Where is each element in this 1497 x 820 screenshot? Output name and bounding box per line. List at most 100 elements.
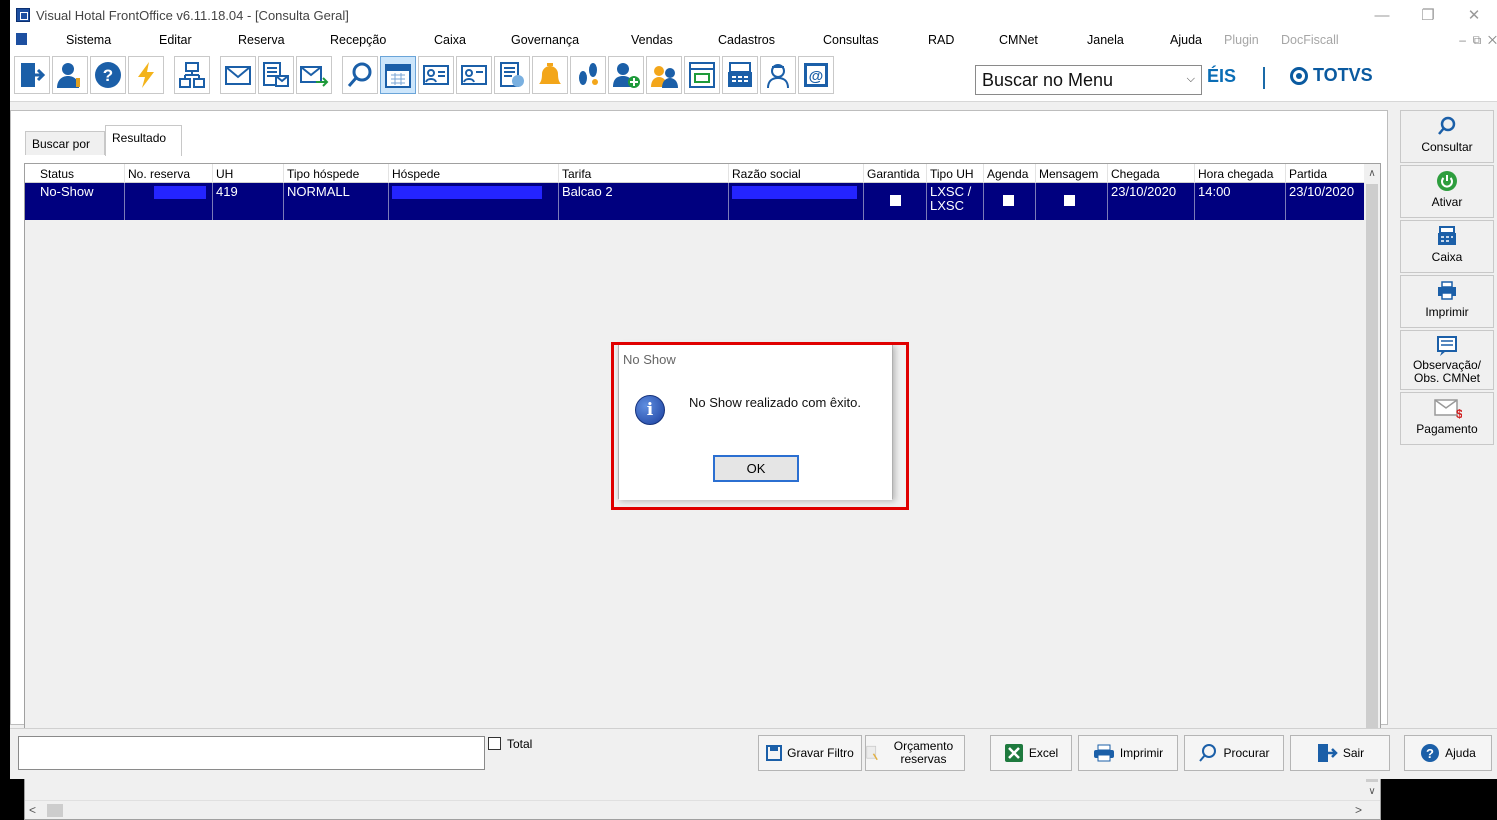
imprimir-button[interactable]: Imprimir [1078,735,1178,771]
ajuda-button[interactable]: ? Ajuda [1404,735,1492,771]
add-guest-icon[interactable] [608,56,644,94]
svg-text:?: ? [1426,746,1434,761]
cell-tipo-hospede: NORMALL [284,183,389,220]
menu-rad[interactable]: RAD [928,33,954,47]
menu-sistema[interactable]: Sistema [66,33,111,47]
col-tarifa[interactable]: Tarifa [559,164,729,183]
cell-chegada: 23/10/2020 [1108,183,1195,220]
consultar-button[interactable]: Consultar [1400,110,1494,163]
scroll-left-icon[interactable]: < [29,803,36,817]
mail-icon[interactable] [220,56,256,94]
col-hora-chegada[interactable]: Hora chegada [1195,164,1286,183]
col-uh[interactable]: UH [213,164,284,183]
cash-window-icon[interactable] [684,56,720,94]
search-icon[interactable] [342,56,378,94]
col-razao-social[interactable]: Razão social [729,164,864,183]
card-icon[interactable] [418,56,454,94]
col-partida[interactable]: Partida [1286,164,1366,183]
ok-button[interactable]: OK [713,455,799,482]
tipo-uh-line2: LXSC [930,198,964,213]
scroll-up-icon[interactable]: ∧ [1364,166,1380,182]
guests-icon[interactable] [646,56,682,94]
menu-consultas[interactable]: Consultas [823,33,879,47]
menu-search-combo[interactable]: Buscar no Menu ⌵ [975,65,1202,95]
menu-caixa[interactable]: Caixa [434,33,466,47]
menu-editar[interactable]: Editar [159,33,192,47]
col-garantida[interactable]: Garantida [864,164,927,183]
excel-button[interactable]: Excel [990,735,1072,771]
orcamento-reservas-button[interactable]: Orçamento reservas [865,735,965,771]
vertical-scrollbar[interactable]: ∧ ∨ [1364,164,1380,802]
mensagem-checkbox[interactable] [1064,195,1075,206]
restore-icon[interactable]: ❐ [1405,0,1451,30]
save-icon [766,745,783,761]
cell-hora-chegada: 14:00 [1195,183,1286,220]
user-key-icon[interactable] [52,56,88,94]
network-icon[interactable] [174,56,210,94]
menu-ajuda[interactable]: Ajuda [1170,33,1202,47]
toolbar: ? @ Buscar no Menu ⌵ ÉIS TOTVS [10,52,1497,102]
report-icon[interactable] [494,56,530,94]
help-icon[interactable]: ? [90,56,126,94]
power-icon [1437,171,1457,191]
pagamento-button[interactable]: $ Pagamento [1400,392,1494,445]
menu-recepcao[interactable]: Recepção [330,33,386,47]
imprimir-side-button[interactable]: Imprimir [1400,275,1494,328]
col-reserva[interactable]: No. reserva [125,164,213,183]
bell-icon[interactable] [532,56,568,94]
total-checkbox[interactable] [488,737,501,750]
menu-cmnet[interactable]: CMNet [999,33,1038,47]
form-mail-icon[interactable] [258,56,294,94]
horizontal-scrollbar[interactable]: < > [25,800,1380,819]
action-sidebar: Consultar Ativar Caixa Imprimir Observaç… [1398,110,1497,725]
calendar-icon[interactable] [380,56,416,94]
col-hospede[interactable]: Hóspede [389,164,559,183]
agenda-checkbox[interactable] [1003,195,1014,206]
email-at-icon[interactable]: @ [798,56,834,94]
procurar-button[interactable]: Procurar [1184,735,1284,771]
col-status[interactable]: Status [37,164,125,183]
ativar-button[interactable]: Ativar [1400,165,1494,218]
table-row[interactable]: No-Show 419 NORMALL Balcao 2 LXSC / LXSC… [25,183,1366,220]
exit-door-icon[interactable] [14,56,50,94]
scroll-down-icon[interactable]: ∨ [1364,784,1380,800]
svg-text:@: @ [809,68,824,85]
col-agenda[interactable]: Agenda [984,164,1036,183]
gravar-filtro-button[interactable]: Gravar Filtro [758,735,862,771]
close-icon[interactable]: ✕ [1451,0,1497,30]
observacao-button[interactable]: Observação/ Obs. CMNet [1400,330,1494,390]
svg-text:$: $ [1456,407,1462,419]
menu-vendas[interactable]: Vendas [631,33,673,47]
cell-reserva [125,183,213,220]
chevron-down-icon[interactable]: ⌵ [1187,73,1195,86]
col-tipo-hospede[interactable]: Tipo hóspede [284,164,389,183]
help-icon: ? [1421,744,1440,762]
caixa-button[interactable]: Caixa [1400,220,1494,273]
register-icon[interactable] [722,56,758,94]
menu-governanca[interactable]: Governança [511,33,579,47]
footprint-icon[interactable] [570,56,606,94]
minimize-icon[interactable]: — [1359,0,1405,30]
menu-reserva[interactable]: Reserva [238,33,285,47]
cell-uh: 419 [213,183,284,220]
hscroll-thumb[interactable] [47,804,63,817]
sair-button[interactable]: Sair [1290,735,1390,771]
tab-buscar-por[interactable]: Buscar por [25,131,105,155]
scroll-right-icon[interactable]: > [1355,803,1362,817]
maid-icon[interactable] [760,56,796,94]
tab-resultado[interactable]: Resultado [105,125,182,156]
col-mensagem[interactable]: Mensagem [1036,164,1108,183]
col-chegada[interactable]: Chegada [1108,164,1195,183]
filter-input[interactable] [18,736,485,770]
garantida-checkbox[interactable] [890,195,901,206]
col-tipo-uh[interactable]: Tipo UH [927,164,984,183]
excel-icon [1004,744,1023,762]
send-mail-icon[interactable] [296,56,332,94]
cell-status: No-Show [37,183,125,220]
mdi-controls[interactable]: – ⧉ ✕ [1459,33,1497,48]
menu-janela[interactable]: Janela [1087,33,1124,47]
scroll-thumb[interactable] [1366,184,1378,782]
card2-icon[interactable] [456,56,492,94]
lightning-icon[interactable] [128,56,164,94]
menu-cadastros[interactable]: Cadastros [718,33,775,47]
